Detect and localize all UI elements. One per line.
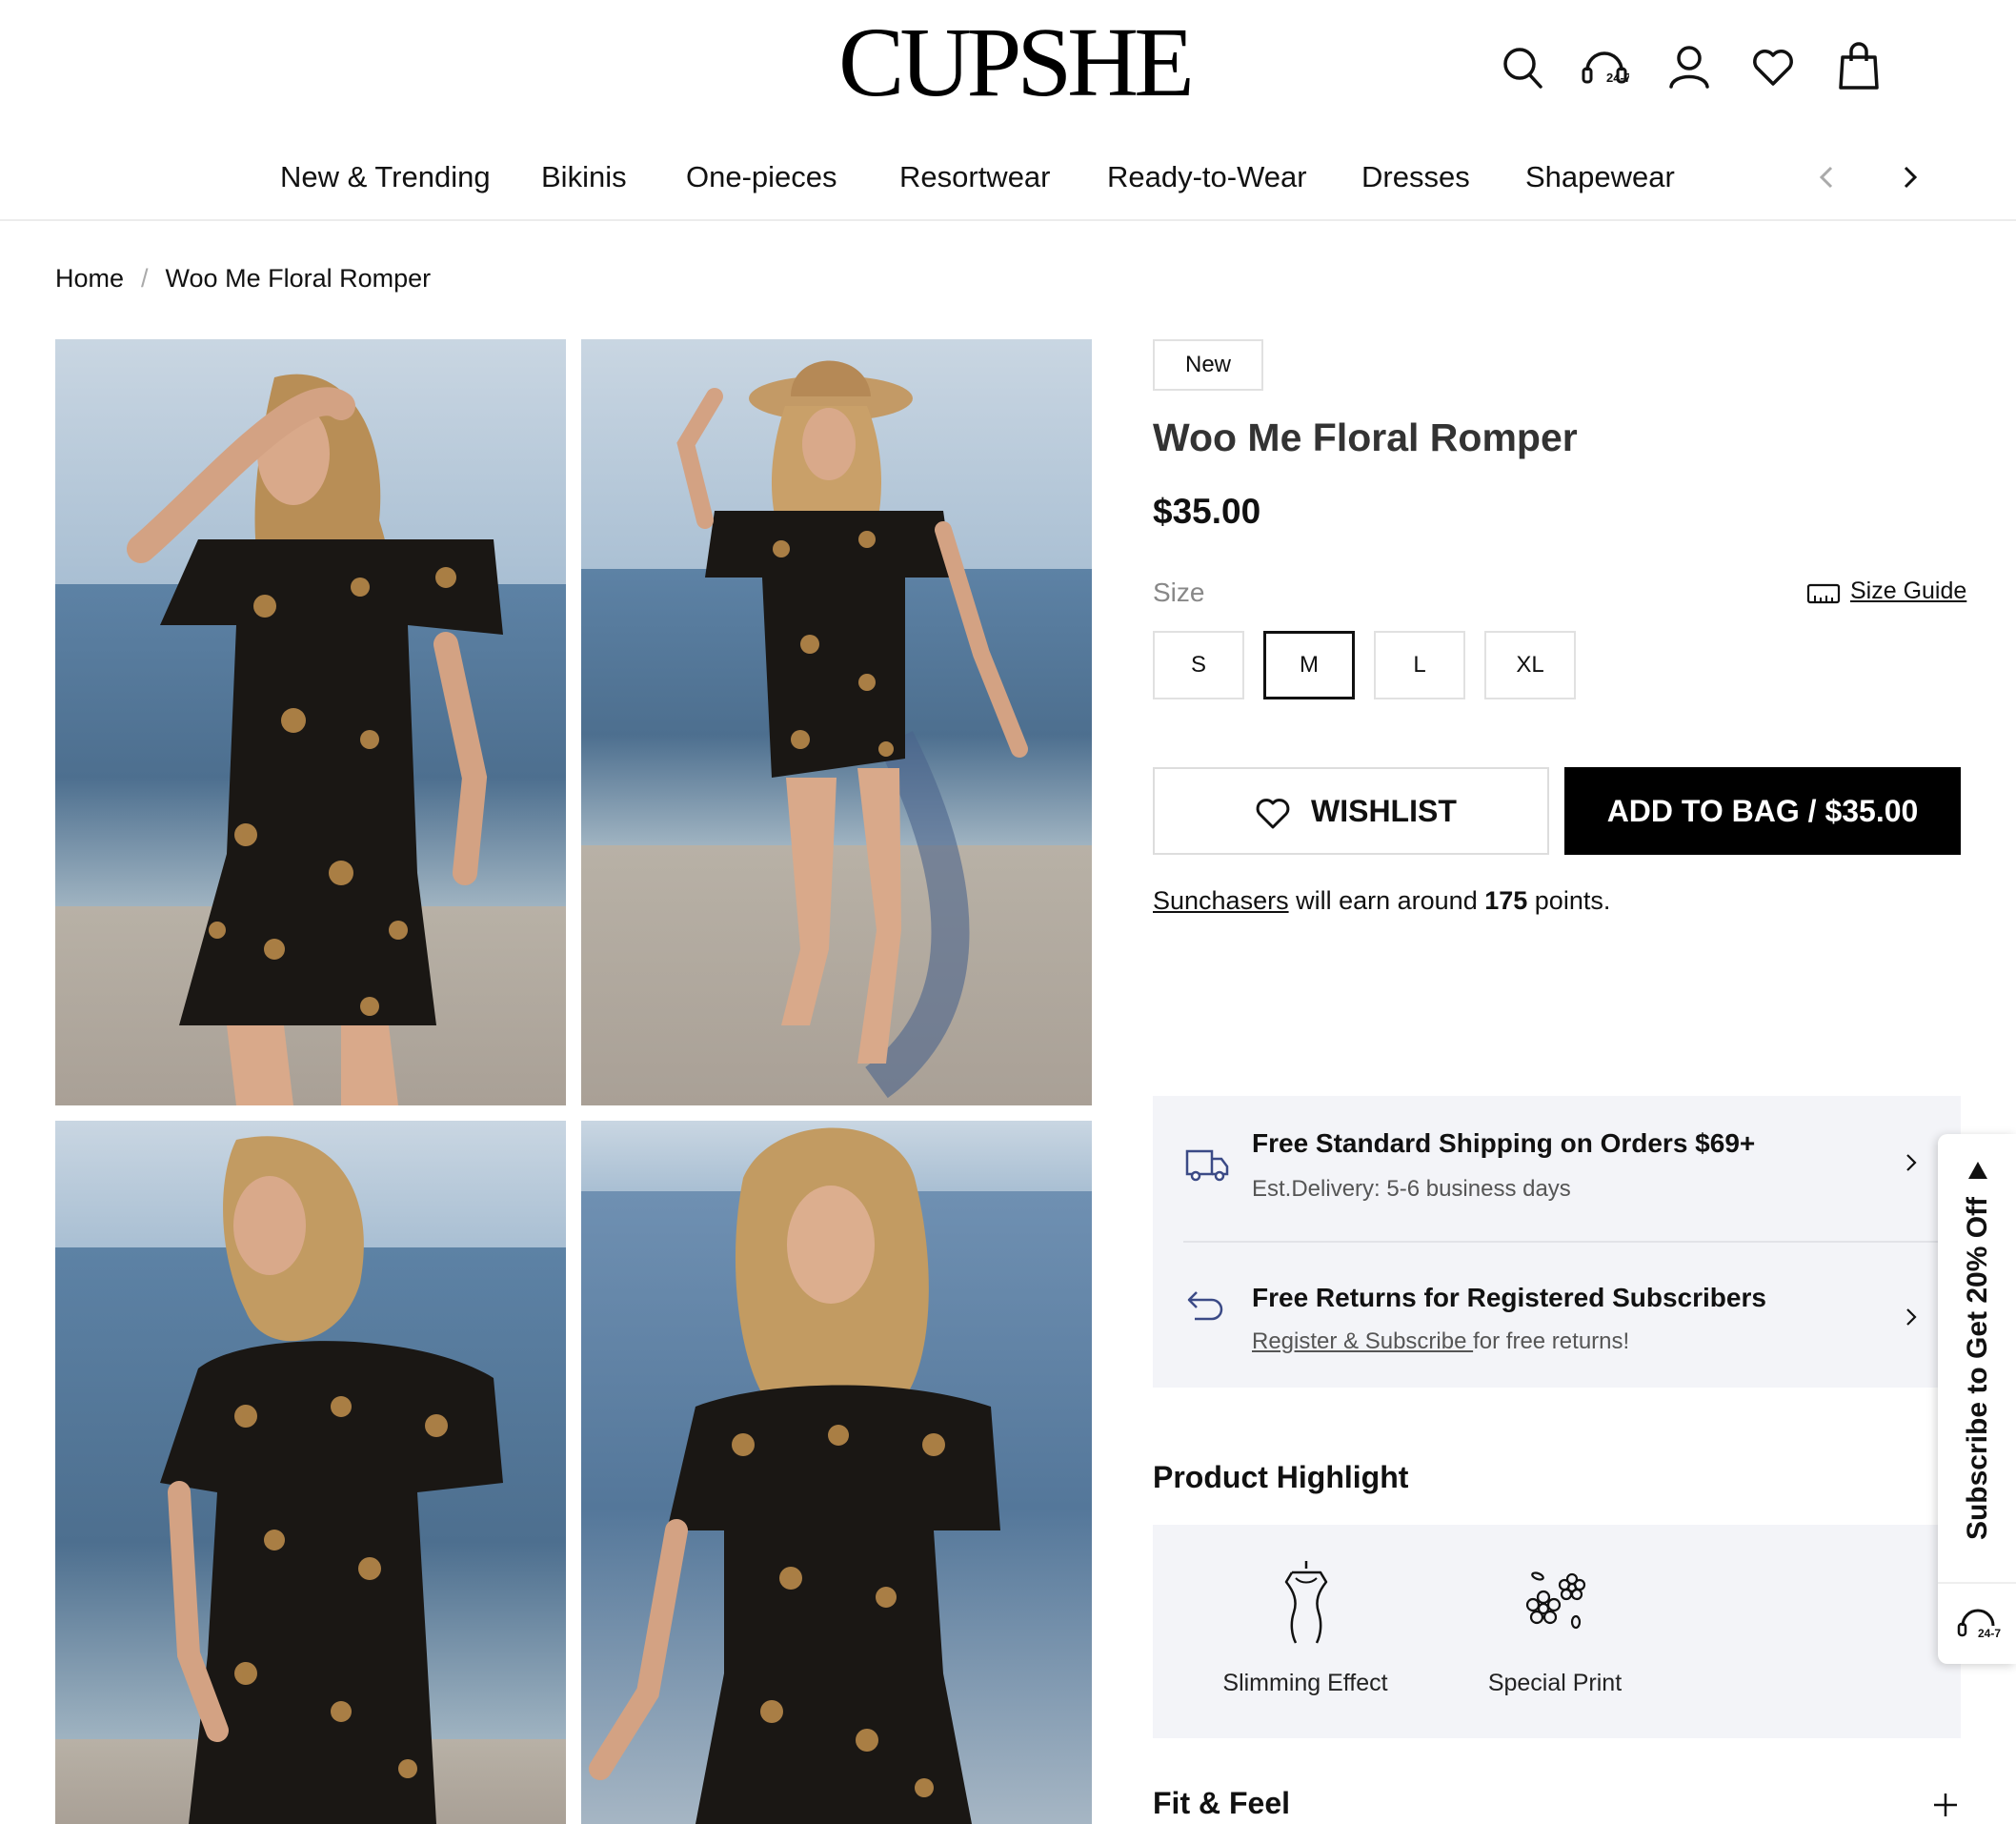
chevron-right-icon [1906, 1154, 1917, 1171]
fit-feel-title[interactable]: Fit & Feel [1153, 1786, 1290, 1821]
sunchasers-link[interactable]: Sunchasers [1153, 886, 1289, 915]
nav-next-arrow-icon[interactable] [1892, 160, 1926, 194]
product-photo-1[interactable] [55, 339, 566, 1105]
size-option-xl[interactable]: XL [1484, 631, 1576, 699]
nav-bikinis[interactable]: Bikinis [541, 152, 627, 202]
svg-text:24-7: 24-7 [1606, 71, 1629, 85]
product-highlight-panel: Slimming Effect Special Print [1153, 1525, 1961, 1738]
size-label: Size [1153, 578, 1205, 607]
nav-new-trending[interactable]: New & Trending [280, 152, 491, 202]
product-photo-3[interactable] [55, 1121, 566, 1824]
shipping-divider [1183, 1241, 1961, 1243]
highlight-special-print: Special Print [1450, 1525, 1660, 1738]
product-highlight-title: Product Highlight [1153, 1460, 1409, 1494]
highlight-special-print-label: Special Print [1487, 1670, 1623, 1696]
new-badge: New [1153, 339, 1263, 391]
side-tab-divider [1938, 1582, 2016, 1584]
wishlist-heart-icon[interactable] [1749, 42, 1797, 93]
subscribe-tab-text[interactable]: Subscribe to Get 20% Off [1962, 1197, 1994, 1540]
delivery-truck-icon [1185, 1149, 1229, 1182]
cupshe-logo[interactable]: CUPSHE [838, 8, 1195, 118]
nav-prev-arrow-icon[interactable] [1810, 160, 1845, 194]
product-photo-2[interactable] [581, 339, 1092, 1105]
nav-ready-to-wear[interactable]: Ready-to-Wear [1107, 152, 1307, 202]
return-arrow-icon [1187, 1291, 1223, 1321]
breadcrumb: Home / Woo Me Floral Romper [55, 259, 431, 297]
site-header: CUPSHE 24-7 New & Trending Bikinis One-p… [0, 0, 2016, 221]
add-to-bag-button[interactable]: ADD TO BAG / $35.00 [1564, 767, 1961, 855]
wishlist-label: WISHLIST [1311, 794, 1457, 828]
returns-title: Free Returns for Registered Subscribers [1252, 1283, 1766, 1312]
points-text-2: points. [1527, 886, 1611, 915]
register-subscribe-link[interactable]: Register & Subscribe [1252, 1328, 1473, 1354]
chevron-right-icon [1906, 1308, 1917, 1326]
ruler-icon [1806, 583, 1841, 604]
search-icon[interactable] [1500, 42, 1547, 93]
shipping-info-panel: Free Standard Shipping on Orders $69+ Es… [1153, 1096, 1961, 1388]
nav-resortwear[interactable]: Resortwear [899, 152, 1051, 202]
points-note: Sunchasers will earn around 175 points. [1153, 886, 1610, 916]
shipping-row[interactable]: Free Standard Shipping on Orders $69+ Es… [1153, 1096, 1961, 1239]
nav-shapewear[interactable]: Shapewear [1525, 152, 1675, 202]
dress-form-icon [1284, 1561, 1328, 1644]
wishlist-button[interactable]: WISHLIST [1153, 767, 1549, 855]
account-icon[interactable] [1665, 42, 1713, 93]
highlight-slimming: Slimming Effect [1200, 1525, 1410, 1738]
subscribe-side-tab[interactable]: Subscribe to Get 20% Off 24-7 [1938, 1134, 2016, 1664]
customer-service-icon: 24-7 [1957, 1609, 2001, 1640]
svg-text:24-7: 24-7 [1978, 1627, 2001, 1640]
collapse-arrow-icon [1968, 1162, 1987, 1179]
main-nav: New & Trending Bikinis One-pieces Resort… [0, 152, 2016, 202]
product-photo-4[interactable] [581, 1121, 1092, 1824]
shipping-title: Free Standard Shipping on Orders $69+ [1252, 1128, 1756, 1158]
nav-dresses[interactable]: Dresses [1361, 152, 1470, 202]
customer-service-icon[interactable]: 24-7 [1580, 42, 1629, 93]
points-text-1: will earn around [1288, 886, 1485, 915]
returns-subtext: for free returns! [1473, 1328, 1630, 1354]
breadcrumb-current: Woo Me Floral Romper [165, 264, 432, 293]
size-option-s[interactable]: S [1153, 631, 1244, 699]
product-price: $35.00 [1153, 492, 1261, 531]
size-option-m[interactable]: M [1263, 631, 1355, 699]
returns-row[interactable]: Free Returns for Registered Subscribers … [1153, 1245, 1961, 1388]
flower-print-icon [1525, 1571, 1586, 1630]
size-guide-label[interactable]: Size Guide [1850, 578, 1966, 605]
shipping-estimate: Est.Delivery: 5-6 business days [1252, 1176, 1571, 1202]
points-amount: 175 [1484, 886, 1528, 915]
highlight-slimming-label: Slimming Effect [1222, 1670, 1388, 1696]
shopping-bag-icon[interactable] [1835, 42, 1883, 93]
size-option-l[interactable]: L [1374, 631, 1465, 699]
product-title: Woo Me Floral Romper [1153, 415, 1578, 459]
heart-icon [1256, 799, 1290, 829]
nav-one-pieces[interactable]: One-pieces [686, 152, 837, 202]
breadcrumb-separator: / [141, 264, 149, 293]
expand-plus-icon[interactable] [1930, 1790, 1961, 1820]
breadcrumb-home[interactable]: Home [55, 259, 124, 297]
